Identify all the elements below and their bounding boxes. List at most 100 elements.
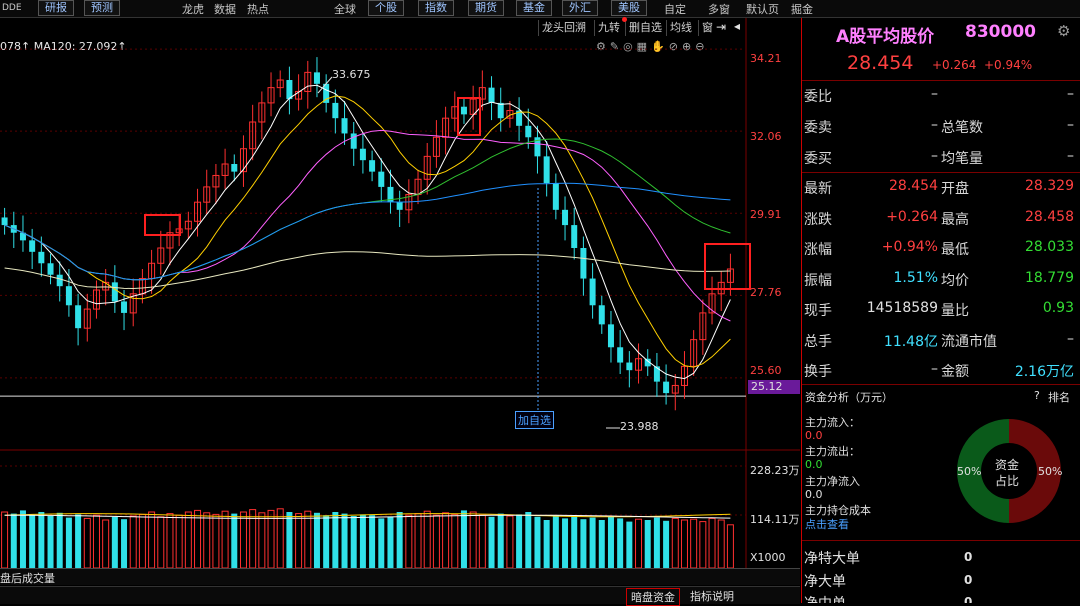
kline-chart[interactable] [0, 18, 800, 568]
menu-default-page[interactable]: 默认页 [746, 1, 779, 17]
net-super-large-label: 净特大单 [804, 551, 860, 567]
volume-bar-down [589, 517, 596, 568]
candle-body-down [341, 118, 348, 134]
menu-mining[interactable]: 掘金 [791, 1, 813, 17]
candle-body-down [369, 160, 376, 172]
quote-row: 现手 14518589 量比 0.93 [804, 295, 1076, 323]
menu-custom[interactable]: 自定 [664, 1, 686, 17]
row-value: +0.94% [881, 239, 938, 255]
menu-multi-window[interactable]: 多窗 [708, 1, 730, 17]
tab-research[interactable]: 研报 [38, 0, 74, 16]
highlight-box [144, 214, 181, 236]
help-icon[interactable]: ? [1034, 389, 1040, 402]
indicator-tabs-bar: 暗盘资金 指标说明 [0, 586, 800, 606]
volume-bar-down [47, 516, 54, 568]
price-label-2: 32.06 [750, 130, 782, 143]
volume-bar-down [38, 512, 45, 568]
volume-bar-down [552, 515, 559, 568]
candle-body-down [350, 133, 357, 149]
row-value: 1.51% [893, 269, 938, 286]
candle-body-down [65, 286, 72, 306]
volume-bar-up [184, 511, 192, 568]
row-value-2: 2.16万亿 [1014, 364, 1074, 380]
volume-bar-up [166, 513, 174, 568]
volume-bar-up [423, 510, 431, 568]
row-label: 涨跌 [804, 211, 832, 228]
volume-indicator-bar: 盘后成交量 [0, 568, 800, 585]
candle-body-down [488, 87, 495, 103]
row-value-2: 0.93 [1042, 300, 1074, 316]
settings-gear-icon[interactable]: ⚙ [1057, 22, 1070, 40]
row-label: 总手 [804, 333, 832, 350]
tab-fund[interactable]: 基金 [516, 0, 552, 16]
main-inflow-value: 0.0 [805, 429, 823, 442]
volume-bar-down [231, 513, 238, 568]
volume-bar-down [663, 520, 670, 568]
quote-row: 总手 11.48亿 流通市值 – [804, 326, 1076, 354]
volume-bar-up [671, 517, 679, 568]
panel-code: 830000 [965, 22, 1036, 42]
row-value: – [931, 117, 938, 133]
menu-dragon-tiger[interactable]: 龙虎 [182, 1, 204, 17]
quote-row: 最新 28.454 开盘 28.329 [804, 173, 1076, 201]
volume-bar-down [396, 512, 403, 568]
row-label-2: 流通市值 [941, 333, 997, 350]
volume-bar-up [690, 518, 698, 568]
row-label-2: 总笔数 [941, 120, 983, 136]
menu-global[interactable]: 全球 [334, 1, 356, 17]
row-label: 涨幅 [804, 242, 832, 258]
tab-us-stock[interactable]: 美股 [611, 0, 647, 16]
view-details-link[interactable]: 点击查看 [805, 516, 849, 532]
volume-bar-down [617, 518, 624, 568]
tab-futures[interactable]: 期货 [468, 0, 504, 16]
volume-bar-down [598, 520, 605, 568]
candle-body-down [56, 274, 63, 287]
volume-bar-down [341, 513, 348, 568]
menu-hot[interactable]: 热点 [247, 1, 269, 17]
volume-bar-up [212, 513, 220, 568]
candle-body-down [359, 148, 366, 161]
volume-bar-down [460, 510, 467, 568]
row-value-2: 28.458 [1025, 208, 1074, 225]
price-label-4: 27.76 [750, 286, 782, 299]
tab-forecast[interactable]: 预测 [84, 0, 120, 16]
volume-unit-label: X1000 [750, 551, 786, 564]
donut-right-pct: 50% [1038, 465, 1063, 478]
tab-dark-pool-fund[interactable]: 暗盘资金 [626, 588, 680, 606]
volume-bar-down [313, 512, 320, 568]
donut-center-label-2: 占比 [995, 474, 1020, 488]
row-label: 委比 [804, 89, 832, 105]
quote-panel: A股平均股价 830000 ⚙ 28.454 +0.264 +0.94% 委比 … [801, 18, 1080, 603]
main-inflow-label: 主力流入： [805, 416, 860, 429]
volume-bar-up [432, 514, 440, 568]
row-value: 28.454 [889, 178, 938, 194]
high-annotation: 33.675 [332, 68, 371, 81]
row-label-2: 最低 [941, 242, 969, 258]
volume-bar-down [488, 516, 495, 568]
menu-data[interactable]: 数据 [214, 1, 236, 17]
add-watch-button[interactable]: 加自选 [515, 411, 554, 429]
panel-title: A股平均股价 [836, 27, 935, 47]
after-hours-volume-label[interactable]: 盘后成交量 [0, 570, 55, 586]
main-net-inflow-label: 主力净流入 [805, 475, 860, 488]
volume-bar-down [543, 520, 550, 568]
row-label-2: 均价 [941, 272, 969, 289]
volume-bar-up [304, 510, 312, 568]
volume-bar-up [699, 521, 707, 568]
tab-forex[interactable]: 外汇 [562, 0, 598, 16]
volume-bar-down [369, 515, 376, 568]
volume-label-2: 114.11万 [750, 513, 800, 526]
row-value: +0.264 [886, 208, 938, 225]
volume-bar-up [203, 512, 211, 568]
rank-button[interactable]: 排名 [1048, 389, 1070, 405]
tab-indicator-help[interactable]: 指标说明 [690, 588, 734, 604]
volume-bar-down [516, 514, 523, 568]
row-label-2: 均笔量 [941, 151, 983, 167]
tab-stock[interactable]: 个股 [368, 0, 404, 16]
candle-body-down [663, 381, 670, 394]
volume-bar-up [129, 515, 137, 568]
row-value-2: 28.033 [1025, 239, 1074, 255]
dde-label[interactable]: DDE [2, 3, 22, 13]
candle-body-down [617, 347, 624, 363]
tab-index[interactable]: 指数 [418, 0, 454, 16]
